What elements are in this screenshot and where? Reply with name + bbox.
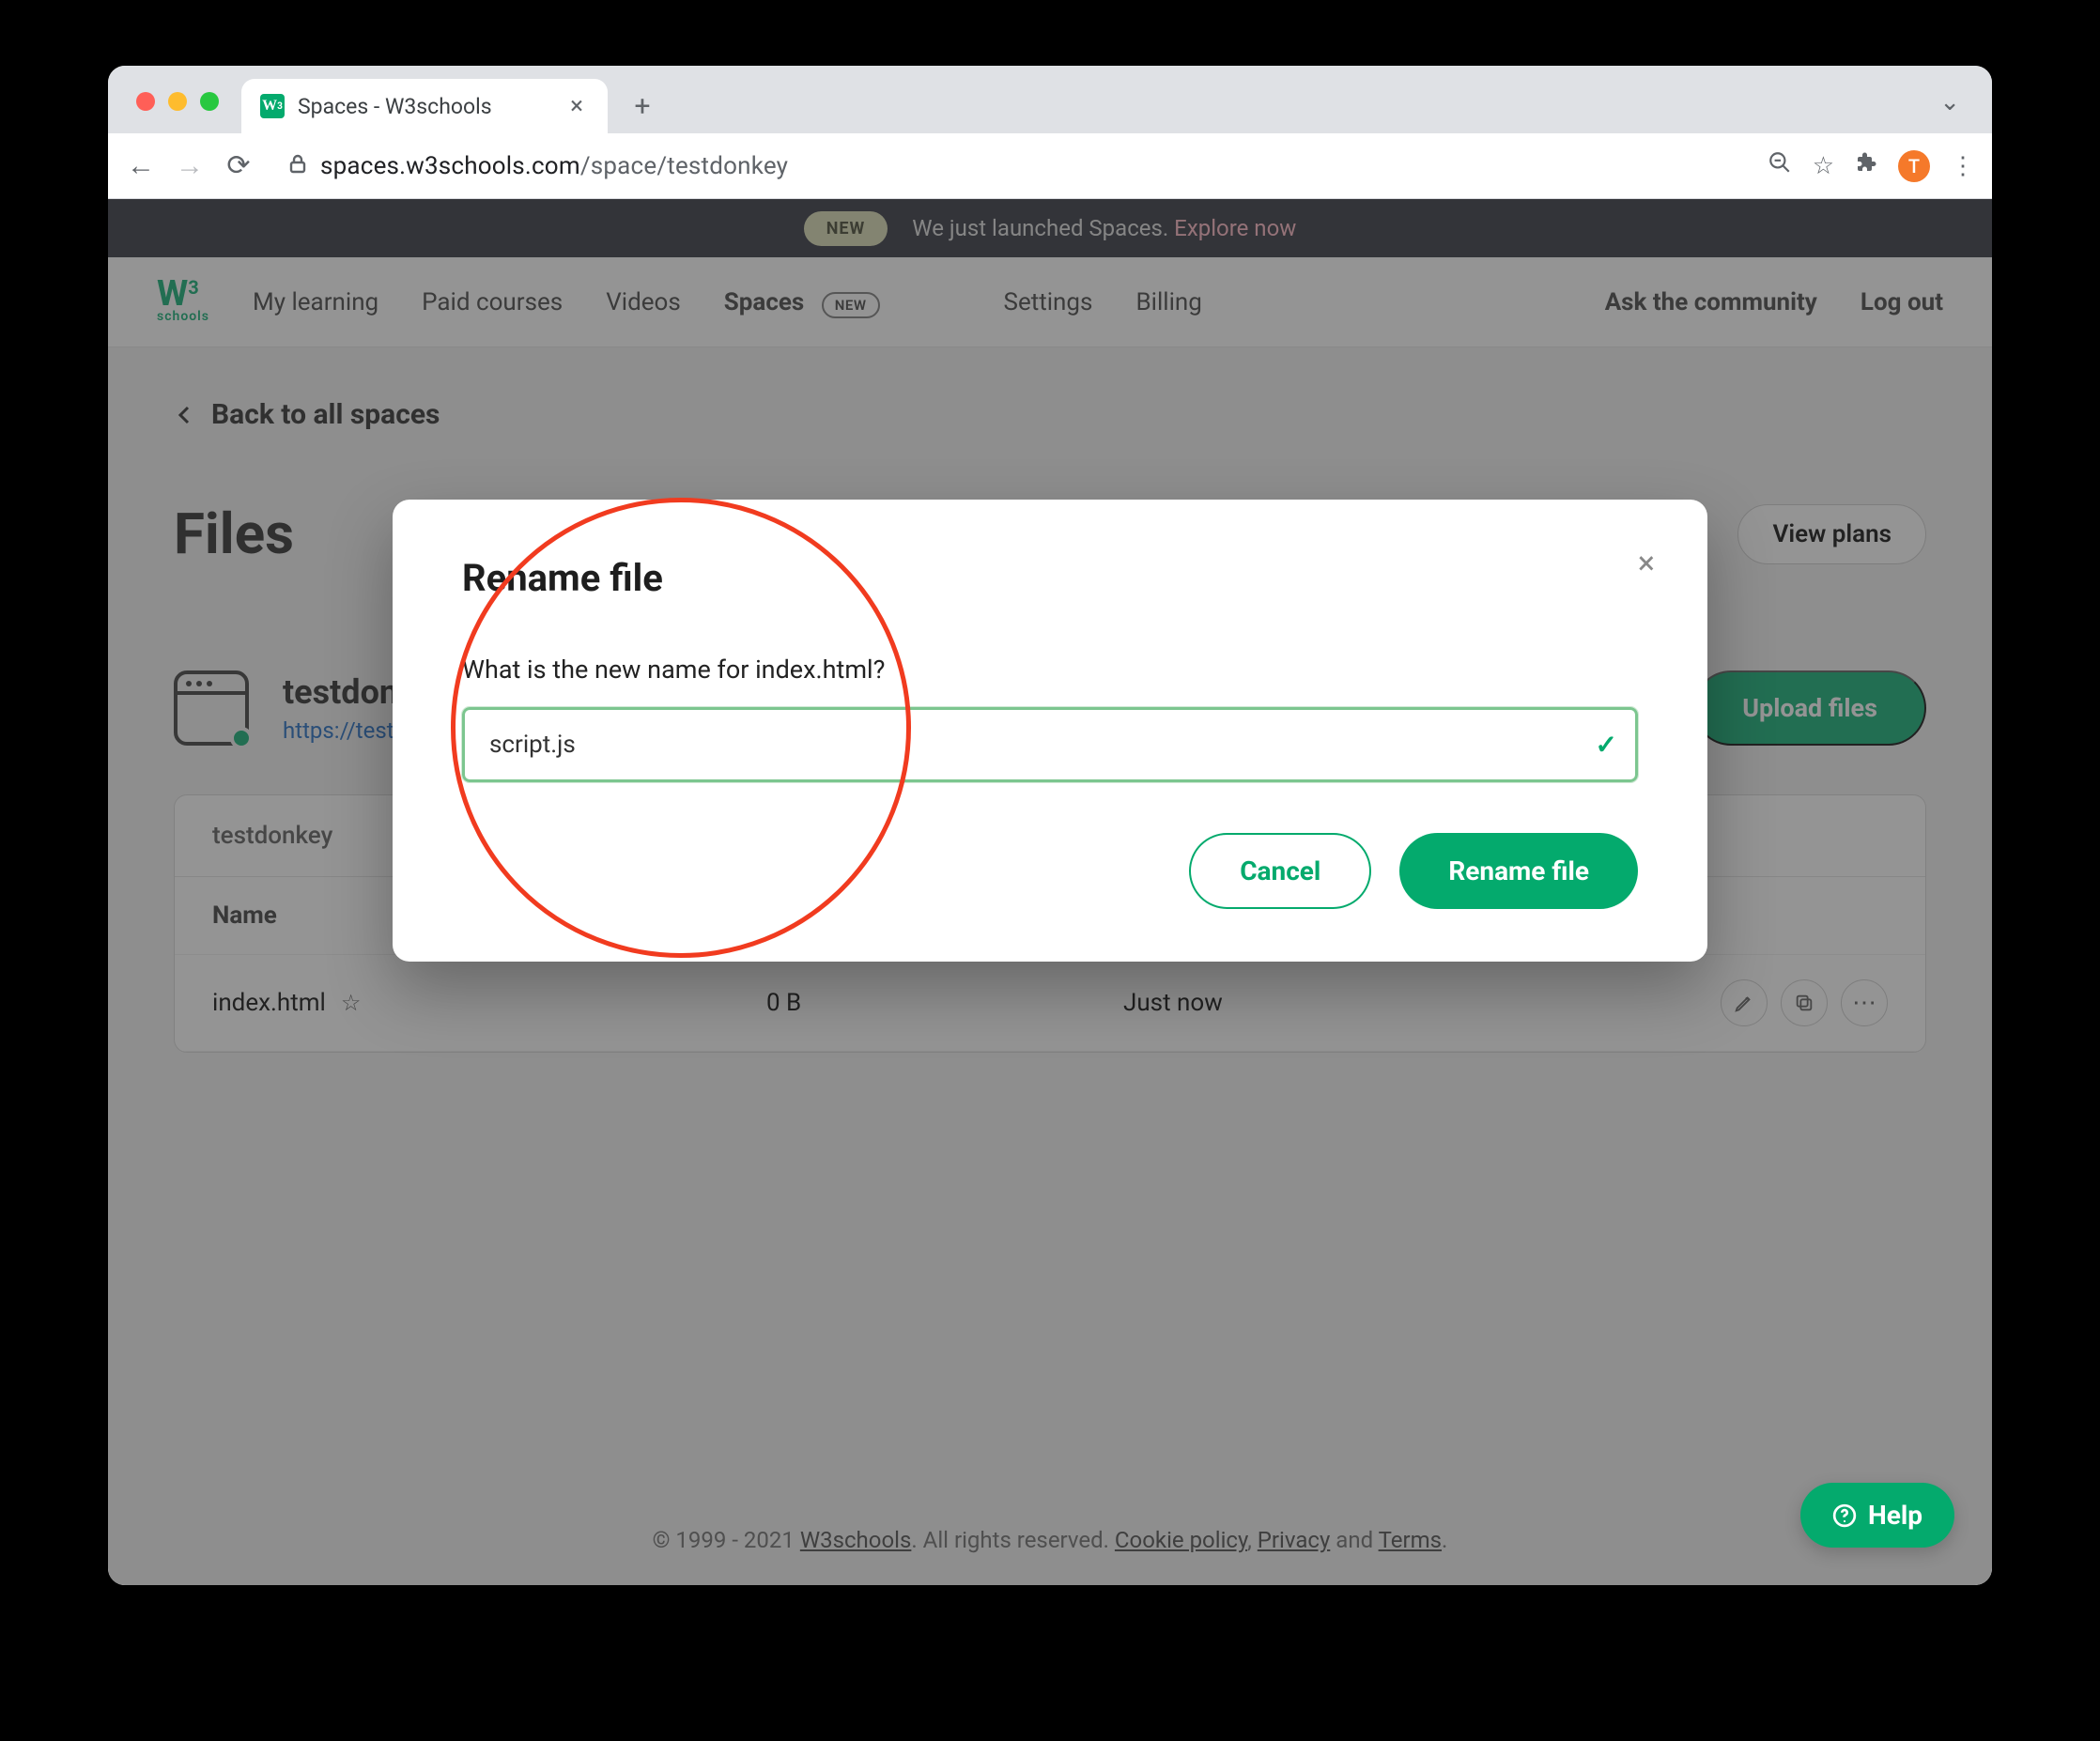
zoom-icon[interactable] — [1768, 150, 1792, 181]
help-label: Help — [1868, 1500, 1922, 1531]
browser-tab[interactable]: W3 Spaces - W3schools × — [241, 79, 608, 133]
help-button[interactable]: Help — [1800, 1483, 1954, 1548]
browser-toolbar: ← → ⟳ spaces.w3schools.com/space/testdon… — [108, 133, 1992, 199]
lock-icon — [288, 153, 307, 179]
forward-icon: → — [174, 150, 206, 182]
extensions-icon[interactable] — [1855, 151, 1877, 180]
bookmark-icon[interactable]: ☆ — [1813, 152, 1834, 180]
window-controls[interactable] — [123, 92, 232, 133]
profile-avatar[interactable]: T — [1898, 150, 1930, 182]
tabs-overflow-icon[interactable]: ⌄ — [1939, 88, 1977, 133]
tabstrip: W3 Spaces - W3schools × + ⌄ — [108, 66, 1992, 133]
favicon-icon: W3 — [260, 94, 285, 118]
close-window-icon[interactable] — [136, 92, 155, 111]
tab-title: Spaces - W3schools — [298, 94, 551, 119]
new-tab-button[interactable]: + — [621, 85, 664, 128]
url-text: spaces.w3schools.com/space/testdonkey — [320, 152, 788, 180]
modal-title: Rename file — [462, 556, 1638, 600]
minimize-window-icon[interactable] — [168, 92, 187, 111]
close-tab-icon[interactable]: × — [564, 92, 589, 120]
address-bar[interactable]: spaces.w3schools.com/space/testdonkey — [271, 152, 1751, 180]
modal-prompt: What is the new name for index.html? — [462, 655, 1638, 685]
check-icon: ✓ — [1596, 730, 1617, 761]
rename-file-modal: Rename file × What is the new name for i… — [393, 500, 1707, 962]
rename-file-button[interactable]: Rename file — [1399, 833, 1638, 909]
filename-input[interactable] — [462, 707, 1638, 782]
maximize-window-icon[interactable] — [200, 92, 219, 111]
url-host: spaces.w3schools.com — [320, 152, 580, 180]
url-path: /space/testdonkey — [580, 152, 788, 180]
back-icon[interactable]: ← — [125, 150, 157, 182]
reload-icon[interactable]: ⟳ — [223, 150, 255, 182]
cancel-button[interactable]: Cancel — [1189, 833, 1371, 909]
close-icon[interactable]: × — [1638, 545, 1655, 582]
menu-icon[interactable]: ⋮ — [1951, 152, 1975, 180]
